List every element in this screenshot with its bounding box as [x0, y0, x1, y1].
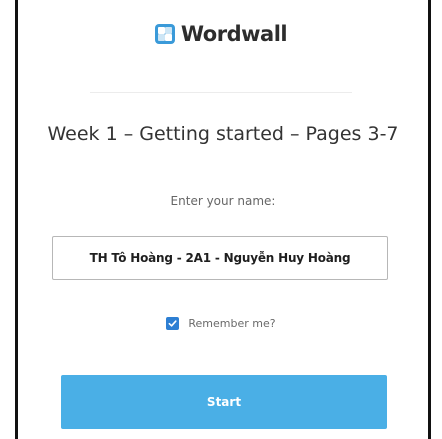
activity-title: Week 1 – Getting started – Pages 3-7 [47, 123, 399, 145]
remember-me-label: Remember me? [188, 317, 276, 330]
brand-name: Wordwall [180, 22, 288, 46]
frame-border-left [15, 0, 18, 439]
name-input[interactable] [52, 236, 388, 280]
remember-me-checkbox[interactable] [166, 317, 180, 330]
brand-header: Wordwall [0, 22, 442, 46]
start-button[interactable]: Start [61, 375, 387, 429]
frame-border-right [428, 0, 431, 439]
wordwall-logo-icon [154, 24, 175, 44]
header-divider [90, 92, 352, 93]
login-panel: Wordwall Week 1 – Getting started – Page… [0, 0, 442, 439]
name-prompt: Enter your name: [170, 194, 276, 208]
checkmark-icon [168, 320, 177, 327]
remember-me-row[interactable]: Remember me? [0, 317, 442, 330]
